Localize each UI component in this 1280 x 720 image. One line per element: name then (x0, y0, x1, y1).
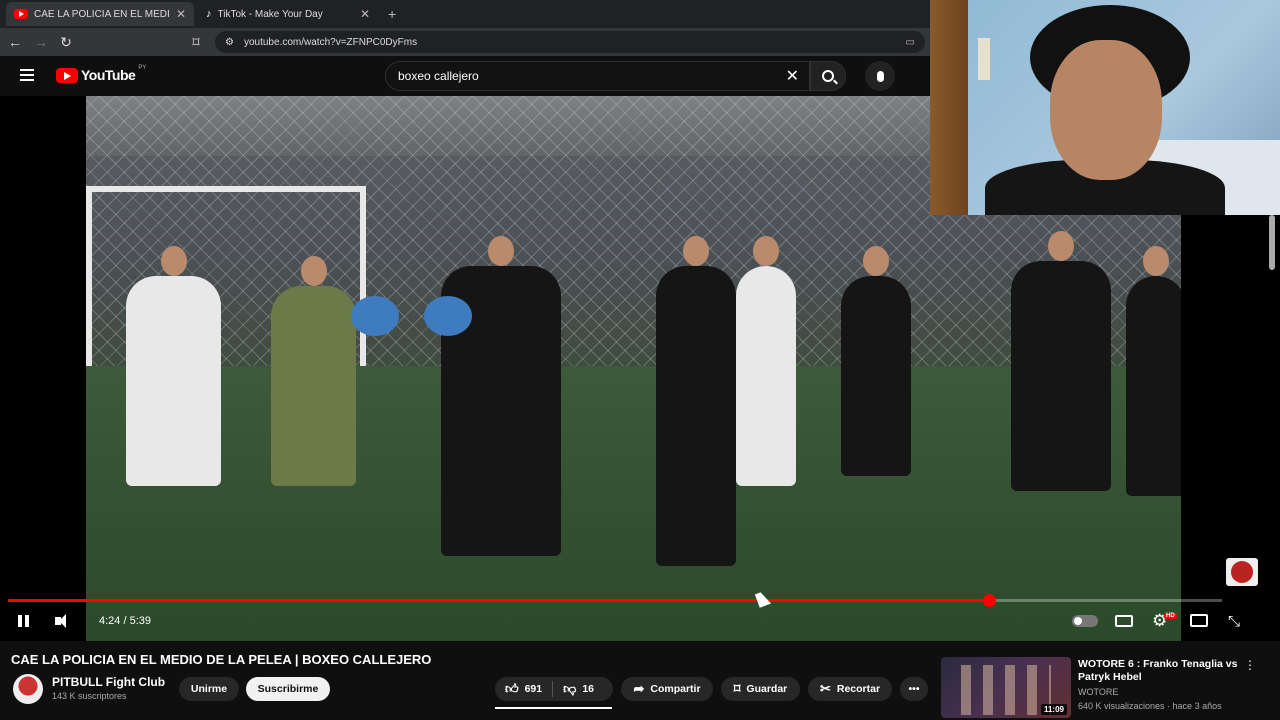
voice-search-button[interactable] (865, 61, 895, 91)
streamer-face (1050, 40, 1162, 180)
menu-icon[interactable] (20, 69, 34, 81)
youtube-logo[interactable]: YouTube PY (56, 65, 147, 83)
youtube-header: YouTube PY boxeo callejero ✕ (0, 56, 930, 96)
spectator (271, 256, 356, 486)
country-code: PY (138, 65, 147, 71)
bookmark-icon[interactable]: ⌑ (190, 34, 202, 51)
channel-name[interactable]: PITBULL Fight Club (52, 675, 165, 689)
address-bar[interactable]: ⚙ youtube.com/watch?v=ZFNPC0DyFms ▭ (215, 31, 925, 53)
youtube-logo-icon (56, 67, 78, 83)
autoplay-toggle[interactable] (1072, 615, 1098, 627)
video-title: CAE LA POLICIA EN EL MEDIO DE LA PELEA |… (11, 652, 432, 667)
site-info-icon[interactable]: ⚙ (225, 37, 234, 48)
time-display: 4:24 / 5:39 (99, 615, 151, 627)
tab-youtube[interactable]: CAE LA POLICIA EN EL MEDIO ✕ (6, 2, 194, 26)
recommended-thumbnail[interactable]: 11:09 (941, 657, 1071, 718)
subscribe-button[interactable]: Suscribirme (246, 677, 330, 701)
back-button[interactable]: ← (8, 34, 22, 50)
bookmark-icon: ⌑ (733, 681, 741, 696)
browser-toolbar: ← → ↻ ⌑ ⚙ youtube.com/watch?v=ZFNPC0DyFm… (0, 28, 930, 56)
subscriber-count: 143 K suscriptores (52, 691, 127, 701)
search-input[interactable]: boxeo callejero ✕ (385, 61, 810, 91)
thumbs-up-icon[interactable]: 👍︎ (505, 681, 519, 697)
save-label: Guardar (746, 683, 788, 695)
search-value: boxeo callejero (398, 69, 479, 83)
like-count[interactable]: 691 (525, 683, 543, 695)
webcam-overlay (930, 0, 1280, 215)
boxing-glove (351, 296, 399, 336)
boxing-glove (424, 296, 472, 336)
clip-button[interactable]: ✂ Recortar (808, 677, 892, 701)
browser-tab-bar: CAE LA POLICIA EN EL MEDIO ✕ ♪ TikTok - … (0, 0, 930, 28)
cast-icon[interactable]: ▭ (906, 37, 915, 48)
subtitles-button[interactable] (1115, 615, 1133, 627)
search-icon (822, 70, 834, 82)
fullscreen-icon[interactable]: ⤡ (1228, 612, 1240, 630)
recommended-duration: 11:09 (1040, 704, 1067, 715)
tab-tiktok[interactable]: ♪ TikTok - Make Your Day ✕ (198, 2, 378, 26)
recommended-title[interactable]: WOTORE 6 : Franko Tenaglia vs Patryk Heb… (1078, 658, 1238, 684)
tab-title: CAE LA POLICIA EN EL MEDIO (34, 8, 170, 20)
scissors-icon: ✂ (819, 681, 831, 696)
share-button[interactable]: ➦ Compartir (621, 677, 713, 701)
pause-button[interactable] (18, 612, 30, 630)
spectator (1011, 231, 1111, 491)
recommended-channel[interactable]: WOTORE (1078, 687, 1118, 697)
scrollbar[interactable] (1269, 215, 1275, 270)
recommended-meta: 640 K visualizaciones · hace 3 años (1078, 701, 1222, 711)
channel-watermark[interactable] (1226, 558, 1258, 586)
microphone-icon (876, 70, 884, 82)
theater-mode-button[interactable] (1190, 614, 1208, 627)
channel-avatar[interactable] (13, 674, 43, 704)
video-info: CAE LA POLICIA EN EL MEDIO DE LA PELEA |… (0, 641, 1280, 720)
dislike-count[interactable]: 16 (582, 683, 594, 695)
volume-button[interactable] (55, 612, 73, 630)
spectator (126, 246, 221, 486)
progress-fill (8, 599, 989, 602)
spectator (841, 246, 911, 476)
clear-search-icon[interactable]: ✕ (786, 66, 799, 86)
recommended-more-icon[interactable]: ⋮ (1244, 658, 1256, 672)
more-actions-button[interactable]: ••• (900, 677, 928, 701)
logo-text: YouTube (81, 67, 136, 83)
spectator (736, 236, 796, 486)
progress-scrubber[interactable] (982, 594, 996, 607)
share-icon: ➦ (633, 681, 645, 696)
spectator (656, 236, 736, 566)
thumbs-down-icon[interactable]: 👎︎ (563, 681, 576, 697)
join-button[interactable]: Unirme (179, 677, 239, 701)
youtube-favicon-icon (14, 9, 28, 19)
new-tab-button[interactable]: + (388, 6, 396, 22)
like-dislike-group: 👍︎ 691 👎︎ 16 (495, 677, 613, 701)
forward-button[interactable]: → (34, 34, 48, 50)
close-tab-icon[interactable]: ✕ (360, 7, 370, 21)
spectator (1126, 246, 1181, 496)
save-button[interactable]: ⌑ Guardar (721, 677, 800, 701)
clip-label: Recortar (836, 683, 881, 695)
tiktok-favicon-icon: ♪ (206, 8, 212, 20)
volume-icon (55, 614, 66, 628)
search-button[interactable] (810, 61, 846, 91)
hd-badge: HD (1164, 613, 1177, 619)
tab-title: TikTok - Make Your Day (217, 8, 323, 20)
reload-button[interactable]: ↻ (60, 34, 72, 51)
progress-bar[interactable] (8, 594, 1222, 607)
share-label: Compartir (650, 683, 701, 695)
close-tab-icon[interactable]: ✕ (176, 7, 186, 21)
url-text: youtube.com/watch?v=ZFNPC0DyFms (243, 36, 418, 48)
